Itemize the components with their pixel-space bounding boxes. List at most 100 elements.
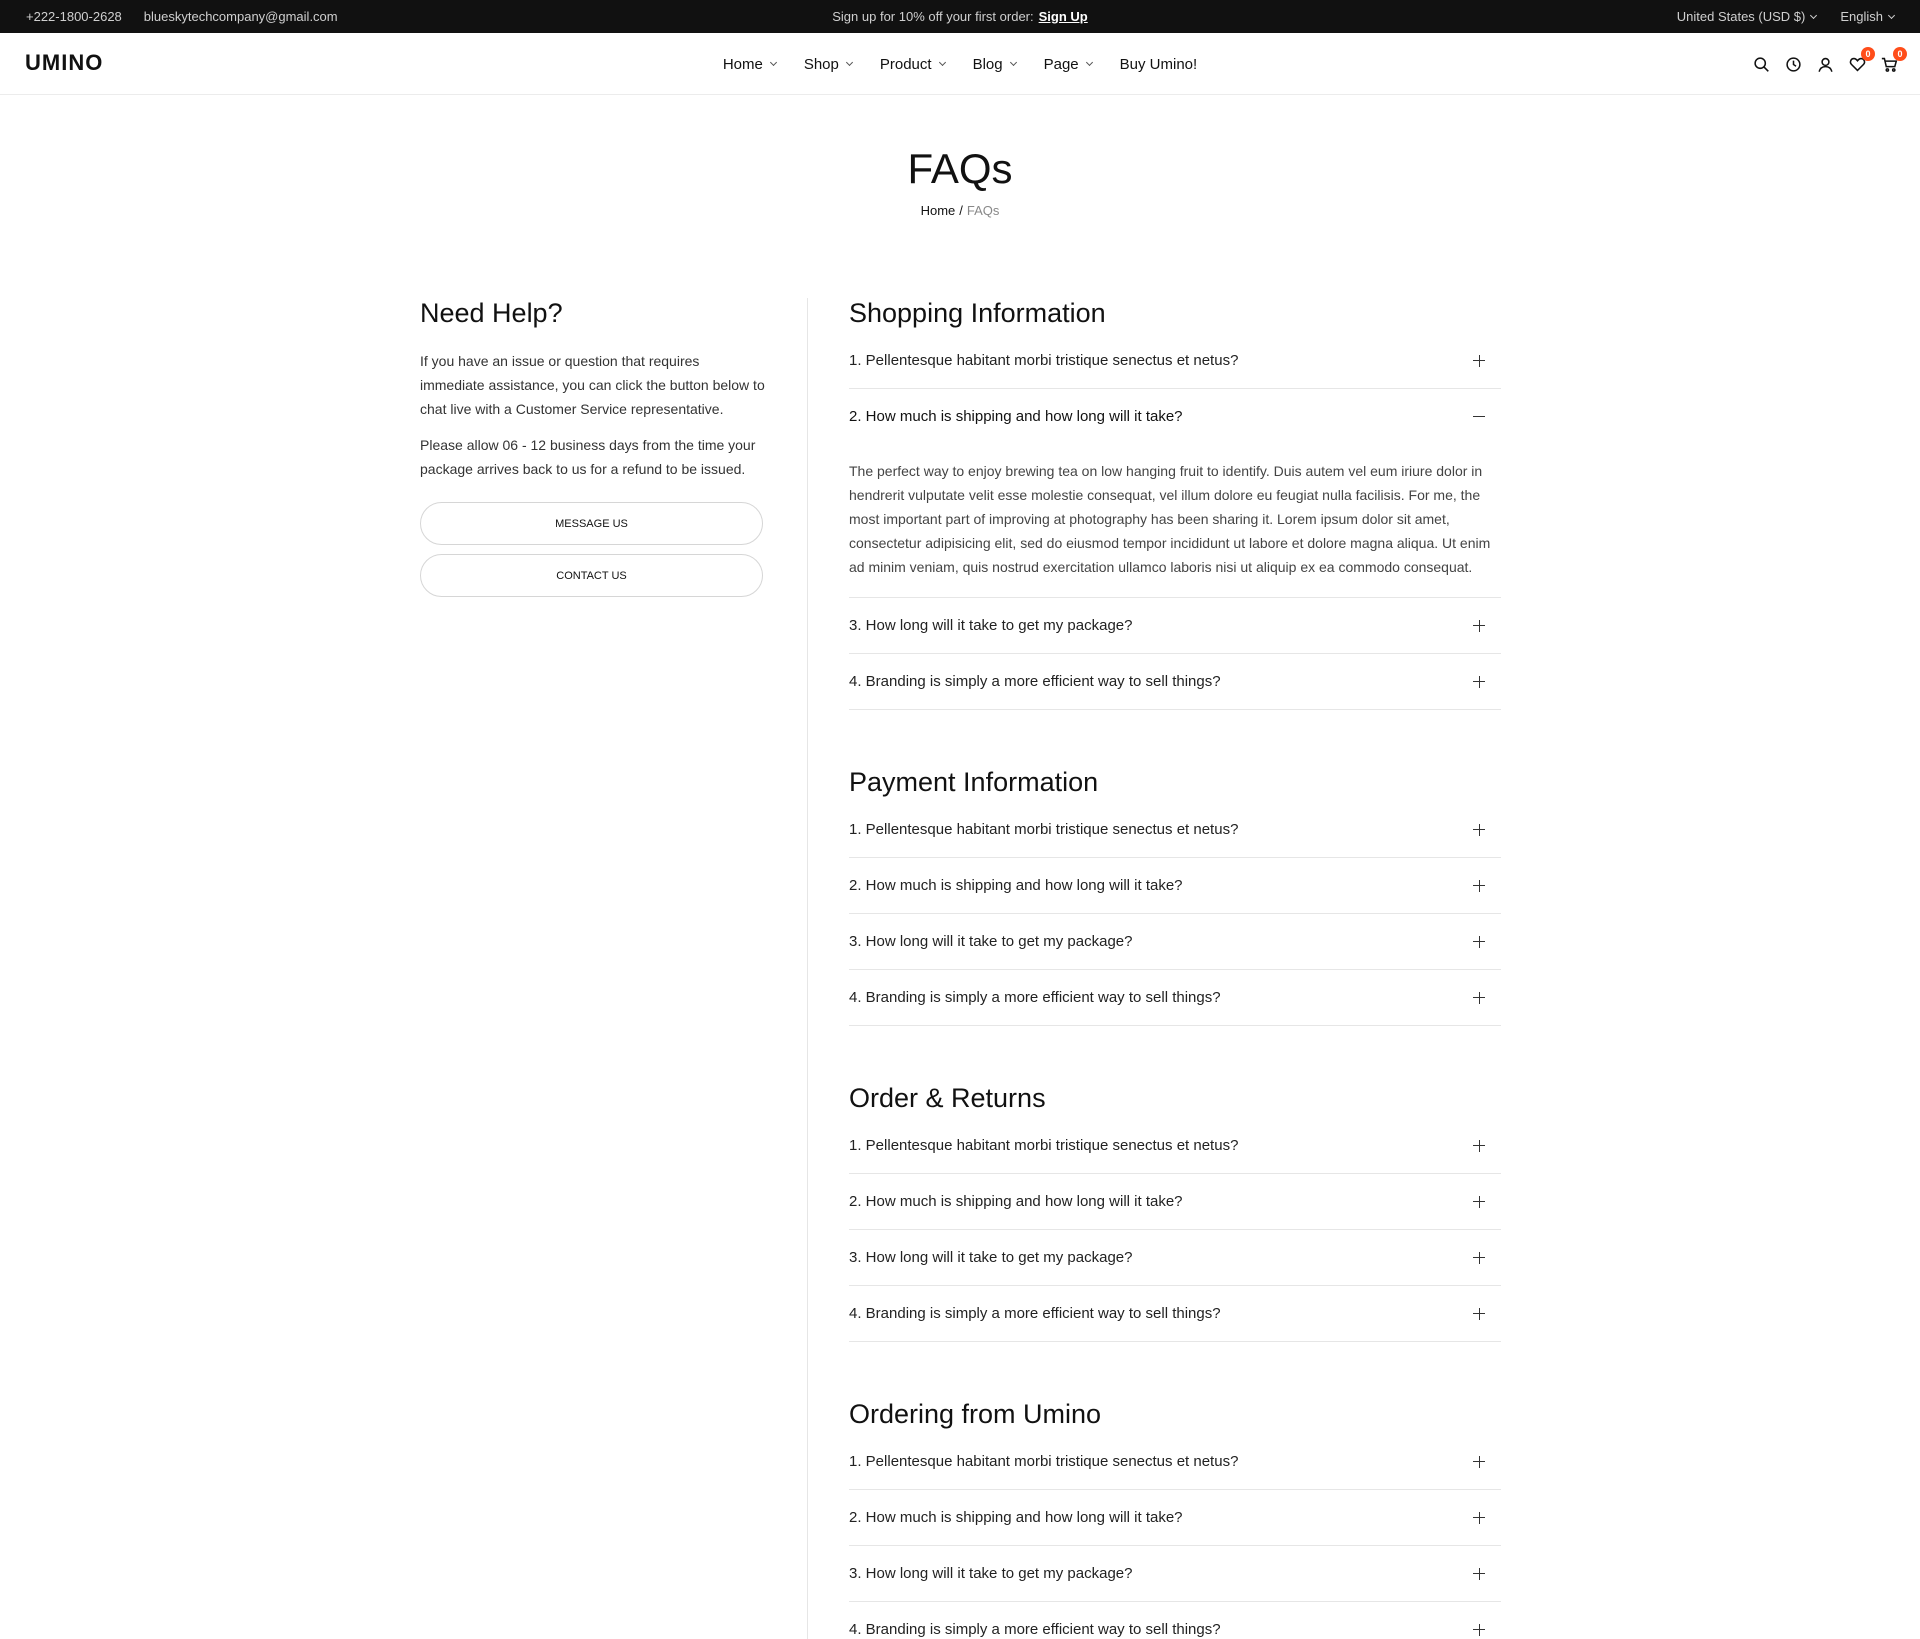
faq-question-text: 2. How much is shipping and how long wil… [849,1509,1183,1526]
clock-icon[interactable] [1784,55,1802,73]
breadcrumb-separator: / [959,203,963,218]
faq-question[interactable]: 2. How much is shipping and how long wil… [849,858,1501,913]
nav-item-page[interactable]: Page [1043,55,1093,73]
faq-question-text: 4. Branding is simply a more efficient w… [849,989,1221,1006]
wishlist-count-badge: 0 [1861,47,1875,61]
help-paragraph: If you have an issue or question that re… [420,353,765,417]
nav-label: Blog [972,55,1003,73]
cart-count-badge: 0 [1893,47,1907,61]
plus-icon[interactable] [1473,1455,1485,1468]
nav-item-blog[interactable]: Blog [972,55,1017,73]
main-nav: Home Shop Product Blog Page Buy Umino! [0,33,1920,95]
minus-icon[interactable] [1473,411,1485,423]
plus-icon[interactable] [1473,935,1485,948]
nav-label: Buy Umino! [1119,55,1198,73]
faq-question[interactable]: 3. How long will it take to get my packa… [849,1230,1501,1285]
faq-item: 4. Branding is simply a more efficient w… [849,654,1501,710]
currency-selector[interactable]: United States (USD $) [1677,9,1818,24]
plus-icon[interactable] [1473,1567,1485,1580]
contact-us-button[interactable]: CONTACT US [420,554,763,597]
plus-icon[interactable] [1473,619,1485,632]
faq-question[interactable]: 1. Pellentesque habitant morbi tristique… [849,1118,1501,1173]
faq-item: 2. How much is shipping and how long wil… [849,389,1501,598]
top-bar: +222-1800-2628 blueskytechcompany@gmail.… [0,0,1920,33]
plus-icon[interactable] [1473,1195,1485,1208]
language-selector[interactable]: English [1840,9,1896,24]
plus-icon[interactable] [1473,991,1485,1004]
faq-item: 3. How long will it take to get my packa… [849,1546,1501,1602]
faq-question[interactable]: 2. How much is shipping and how long wil… [849,389,1501,444]
header-icons: 0 0 [1752,33,1907,95]
signup-link[interactable]: Sign Up [1039,9,1088,24]
faq-question[interactable]: 1. Pellentesque habitant morbi tristique… [849,333,1501,388]
faq-question[interactable]: 4. Branding is simply a more efficient w… [849,970,1501,1025]
chevron-down-icon [1887,11,1896,19]
faq-question[interactable]: 3. How long will it take to get my packa… [849,1546,1501,1601]
nav-item-buy-umino[interactable]: Buy Umino! [1120,56,1198,73]
locale-selectors: United States (USD $) English [1677,0,1896,33]
nav-label: Product [879,55,932,73]
faq-question[interactable]: 3. How long will it take to get my packa… [849,598,1501,653]
help-title: Need Help? [420,298,563,328]
faq-question[interactable]: 3. How long will it take to get my packa… [849,914,1501,969]
breadcrumb: Home / FAQs [0,203,1920,218]
breadcrumb-current: FAQs [966,203,1000,218]
nav-label: Home [722,55,763,73]
faq-section: Shopping Information 1. Pellentesque habi… [849,298,1501,710]
faq-question-text: 3. How long will it take to get my packa… [849,1565,1133,1582]
faq-section-title: Order & Returns [849,1083,1046,1113]
faq-item: 1. Pellentesque habitant morbi tristique… [849,333,1501,389]
faq-question[interactable]: 2. How much is shipping and how long wil… [849,1174,1501,1229]
faq-question[interactable]: 4. Branding is simply a more efficient w… [849,654,1501,709]
nav-item-product[interactable]: Product [879,55,946,73]
faq-question-text: 2. How much is shipping and how long wil… [849,408,1183,425]
plus-icon[interactable] [1473,879,1485,892]
plus-icon[interactable] [1473,354,1485,367]
faq-list: Shopping Information 1. Pellentesque habi… [849,298,1501,1639]
faq-question-text: 3. How long will it take to get my packa… [849,933,1133,950]
chevron-down-icon [938,58,946,67]
plus-icon[interactable] [1473,1307,1485,1320]
faq-question[interactable]: 4. Branding is simply a more efficient w… [849,1286,1501,1341]
search-icon[interactable] [1752,55,1770,73]
faq-item: 4. Branding is simply a more efficient w… [849,1286,1501,1342]
faq-item: 4. Branding is simply a more efficient w… [849,970,1501,1026]
faq-section: Payment Information 1. Pellentesque habit… [849,767,1501,1026]
breadcrumb-home-link[interactable]: Home [921,203,956,218]
plus-icon[interactable] [1473,675,1485,688]
faq-question-text: 1. Pellentesque habitant morbi tristique… [849,1453,1239,1470]
faq-item: 4. Branding is simply a more efficient w… [849,1602,1501,1639]
faq-question-text: 4. Branding is simply a more efficient w… [849,673,1221,690]
faq-section-title: Payment Information [849,767,1099,797]
faq-question-text: 1. Pellentesque habitant morbi tristique… [849,821,1239,838]
faq-item: 1. Pellentesque habitant morbi tristique… [849,1434,1501,1490]
message-us-button[interactable]: MESSAGE US [420,502,763,545]
faq-question-text: 3. How long will it take to get my packa… [849,617,1133,634]
chevron-down-icon [1009,58,1017,67]
faq-question[interactable]: 1. Pellentesque habitant morbi tristique… [849,802,1501,857]
plus-icon[interactable] [1473,823,1485,836]
faq-item: 2. How much is shipping and how long wil… [849,858,1501,914]
promo-banner: Sign up for 10% off your first order: Si… [0,0,1920,33]
faq-question-text: 2. How much is shipping and how long wil… [849,1193,1183,1210]
page-title: FAQs [907,145,1013,192]
faq-item: 1. Pellentesque habitant morbi tristique… [849,1118,1501,1174]
faq-section-title: Ordering from Umino [849,1399,1102,1429]
nav-item-shop[interactable]: Shop [804,56,853,73]
nav-item-home[interactable]: Home [722,55,777,73]
nav-label: Page [1043,55,1079,73]
faq-question[interactable]: 2. How much is shipping and how long wil… [849,1490,1501,1545]
faq-question[interactable]: 4. Branding is simply a more efficient w… [849,1602,1501,1639]
plus-icon[interactable] [1473,1139,1485,1152]
plus-icon[interactable] [1473,1511,1485,1524]
cart-icon[interactable]: 0 [1880,47,1907,73]
chevron-down-icon [845,58,853,67]
faq-question[interactable]: 1. Pellentesque habitant morbi tristique… [849,1434,1501,1489]
faq-question-text: 4. Branding is simply a more efficient w… [849,1621,1221,1638]
plus-icon[interactable] [1473,1251,1485,1264]
heart-icon[interactable]: 0 [1848,47,1875,73]
plus-icon[interactable] [1473,1623,1485,1636]
faq-item: 3. How long will it take to get my packa… [849,598,1501,654]
user-icon[interactable] [1816,55,1834,73]
chevron-down-icon [769,58,777,67]
